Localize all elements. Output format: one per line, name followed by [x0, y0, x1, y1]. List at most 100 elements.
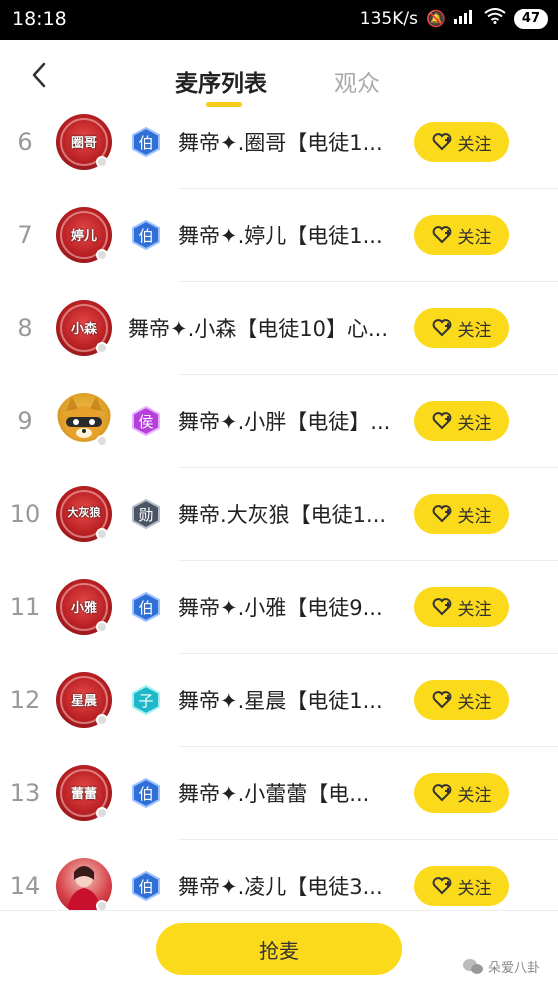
avatar-label: 小森 — [70, 322, 97, 337]
heart-plus-icon — [432, 784, 451, 802]
tab-mic-queue[interactable]: 麦序列表 — [175, 64, 267, 98]
online-status-dot — [96, 342, 108, 354]
status-right: 135K/s 🔕 47 — [360, 8, 548, 29]
online-status-dot — [96, 435, 108, 447]
user-name: 舞帝✦.星晨【电徒1... — [178, 689, 383, 713]
follow-label: 关注 — [457, 227, 492, 248]
follow-button[interactable]: 关注 — [414, 122, 509, 162]
rank-number: 11 — [9, 593, 41, 621]
follow-button[interactable]: 关注 — [414, 866, 509, 906]
rank-number: 10 — [9, 500, 41, 528]
avatar-label: 婷儿 — [70, 229, 97, 244]
follow-button[interactable]: 关注 — [414, 680, 509, 720]
rank-number: 7 — [17, 221, 33, 249]
online-status-dot — [96, 528, 108, 540]
list-item[interactable]: 13 蕾蕾 伯 舞帝✦.小蕾蕾【电... 关注 — [0, 747, 558, 840]
rank-number: 14 — [9, 872, 41, 900]
follow-label: 关注 — [457, 506, 492, 527]
user-name: 舞帝✦.凌儿【电徒3... — [178, 875, 383, 899]
follow-label: 关注 — [457, 692, 492, 713]
follow-label: 关注 — [457, 785, 492, 806]
rank-number: 13 — [9, 779, 41, 807]
grab-mic-label: 抢麦 — [259, 938, 299, 963]
badge-label: 子 — [138, 692, 153, 710]
rank-badge-icon: 伯 — [132, 592, 160, 622]
rank-badge-icon: 侯 — [132, 406, 160, 436]
badge-label: 勋 — [138, 506, 153, 524]
rank-badge-icon: 伯 — [132, 127, 160, 157]
badge-label: 侯 — [138, 413, 153, 431]
status-time: 18:18 — [12, 8, 67, 30]
online-status-dot — [96, 249, 108, 261]
network-speed: 135K/s — [359, 8, 418, 29]
follow-button[interactable]: 关注 — [414, 494, 509, 534]
battery-indicator: 47 — [513, 8, 548, 29]
wechat-icon — [463, 958, 483, 974]
back-button[interactable] — [26, 58, 56, 92]
signal-icon — [453, 8, 476, 29]
follow-label: 关注 — [457, 599, 492, 620]
grab-mic-button[interactable]: 抢麦 — [156, 923, 402, 975]
user-name: 舞帝✦.小雅【电徒9... — [178, 596, 383, 620]
avatar-label: 圈哥 — [70, 136, 97, 151]
badge-label: 伯 — [138, 878, 153, 896]
follow-button[interactable]: 关注 — [414, 401, 509, 441]
tab-audience[interactable]: 观众 — [334, 64, 380, 98]
bottom-bar: 抢麦 朵爱八卦 — [0, 910, 558, 988]
follow-label: 关注 — [457, 413, 492, 434]
follow-button[interactable]: 关注 — [414, 308, 509, 348]
list-item[interactable]: 8 小森 舞帝✦.小森【电徒10】心... 关注 — [0, 282, 558, 375]
rank-badge-icon: 伯 — [132, 220, 160, 250]
rank-number: 6 — [17, 128, 33, 156]
user-name: 舞帝.大灰狼【电徒1... — [178, 503, 387, 527]
rank-badge-icon: 子 — [132, 685, 160, 715]
heart-plus-icon — [432, 505, 451, 523]
badge-label: 伯 — [138, 599, 153, 617]
wifi-icon — [484, 8, 506, 29]
chevron-left-icon — [32, 62, 46, 88]
mute-alarm-icon: 🔕 — [425, 8, 446, 28]
follow-button[interactable]: 关注 — [414, 773, 509, 813]
avatar-label: 小雅 — [70, 601, 97, 616]
rank-number: 9 — [17, 407, 33, 435]
user-name: 舞帝✦.小胖【电徒】... — [178, 410, 391, 434]
user-name: 舞帝✦.小蕾蕾【电... — [178, 782, 370, 806]
online-status-dot — [96, 621, 108, 633]
watermark: 朵爱八卦 — [462, 957, 540, 976]
user-name: 舞帝✦.小森【电徒10】心... — [128, 317, 389, 341]
follow-label: 关注 — [457, 878, 492, 899]
avatar-label: 星晨 — [70, 694, 97, 709]
follow-button[interactable]: 关注 — [414, 587, 509, 627]
avatar-label: 大灰狼 — [67, 506, 101, 519]
status-bar: 18:18 135K/s 🔕 47 — [0, 0, 558, 40]
list-item[interactable]: 11 小雅 伯 舞帝✦.小雅【电徒9... 关注 — [0, 561, 558, 654]
user-name: 舞帝✦.婷儿【电徒1... — [178, 224, 383, 248]
rank-badge-icon: 伯 — [132, 871, 160, 901]
watermark-text: 朵爱八卦 — [488, 961, 541, 976]
list-item[interactable]: 10 大灰狼 勋 舞帝.大灰狼【电徒1... 关注 — [0, 468, 558, 561]
online-status-dot — [96, 714, 108, 726]
list-item[interactable]: 9 侯 舞帝✦.小胖【电徒】... 关注 — [0, 375, 558, 468]
badge-label: 伯 — [138, 785, 153, 803]
heart-plus-icon — [432, 319, 451, 337]
list-item[interactable]: 12 星晨 子 舞帝✦.星晨【电徒1... 关注 — [0, 654, 558, 747]
follow-button[interactable]: 关注 — [414, 215, 509, 255]
avatar-label: 蕾蕾 — [70, 787, 97, 802]
heart-plus-icon — [432, 226, 451, 244]
follow-label: 关注 — [457, 320, 492, 341]
rank-badge-icon: 勋 — [132, 499, 160, 529]
heart-plus-icon — [432, 877, 451, 895]
badge-label: 伯 — [138, 227, 153, 245]
heart-plus-icon — [432, 691, 451, 709]
list-item[interactable]: 6 圈哥 伯 舞帝✦.圈哥【电徒1... 关注 — [0, 96, 558, 189]
rank-badge-icon: 伯 — [132, 778, 160, 808]
heart-plus-icon — [432, 412, 451, 430]
rank-number: 8 — [17, 314, 33, 342]
list-item[interactable]: 7 婷儿 伯 舞帝✦.婷儿【电徒1... 关注 — [0, 189, 558, 282]
user-name: 舞帝✦.圈哥【电徒1... — [178, 131, 383, 155]
online-status-dot — [96, 156, 108, 168]
follow-label: 关注 — [457, 134, 492, 155]
rank-number: 12 — [9, 686, 41, 714]
heart-plus-icon — [432, 598, 451, 616]
badge-label: 伯 — [138, 134, 153, 152]
